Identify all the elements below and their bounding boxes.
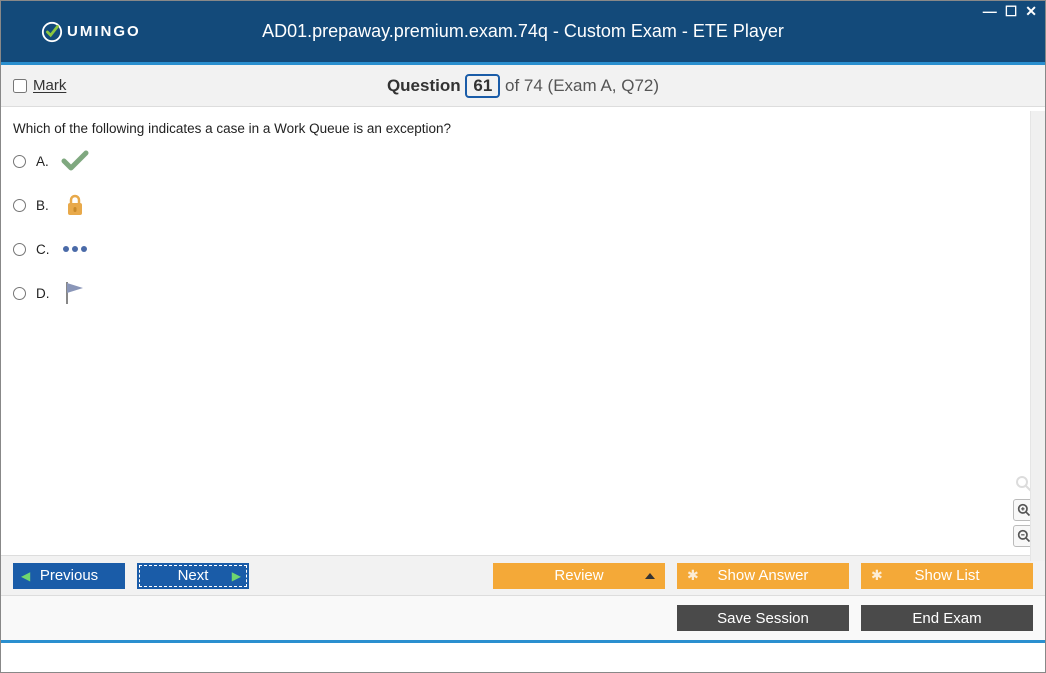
save-session-button[interactable]: Save Session	[677, 605, 849, 631]
option-b[interactable]: B.	[13, 192, 1033, 218]
dots-icon	[60, 236, 90, 262]
logo-checkmark-icon	[41, 21, 63, 43]
close-button[interactable]: ✕	[1023, 3, 1039, 20]
window-title: AD01.prepaway.premium.exam.74q - Custom …	[1, 21, 1045, 42]
maximize-button[interactable]: ☐	[1003, 3, 1020, 20]
option-c[interactable]: C.	[13, 236, 1033, 262]
chevron-left-icon: ◀	[21, 569, 30, 583]
option-a[interactable]: A.	[13, 148, 1033, 174]
window-controls: — ☐ ✕	[981, 3, 1039, 20]
option-a-letter: A.	[36, 154, 50, 169]
question-body: Which of the following indicates a case …	[1, 107, 1045, 555]
question-header: Mark Question 61 of 74 (Exam A, Q72)	[1, 65, 1045, 107]
option-d-radio[interactable]	[13, 287, 26, 300]
option-b-letter: B.	[36, 198, 50, 213]
action-bar-1: ◀ Previous Next ▶ Review ✱ Show Answer ✱…	[1, 555, 1045, 595]
question-number-box: 61	[465, 74, 500, 98]
show-answer-button[interactable]: ✱ Show Answer	[677, 563, 849, 589]
action-bar-2: Save Session End Exam	[1, 595, 1045, 640]
triangle-up-icon	[645, 573, 655, 579]
checkmark-icon	[60, 148, 90, 174]
flag-icon	[60, 280, 90, 306]
show-list-button[interactable]: ✱ Show List	[861, 563, 1033, 589]
review-button[interactable]: Review	[493, 563, 665, 589]
option-b-radio[interactable]	[13, 199, 26, 212]
lock-icon	[60, 192, 90, 218]
next-button[interactable]: Next ▶	[137, 563, 249, 589]
chevron-right-icon: ▶	[232, 569, 241, 583]
option-c-letter: C.	[36, 242, 50, 257]
question-text: Which of the following indicates a case …	[13, 121, 1033, 136]
logo-text: UMINGO	[67, 23, 141, 40]
star-icon: ✱	[687, 567, 699, 584]
question-position: Question 61 of 74 (Exam A, Q72)	[1, 74, 1045, 98]
options-list: A. B. C.	[13, 148, 1033, 306]
option-d[interactable]: D.	[13, 280, 1033, 306]
option-a-radio[interactable]	[13, 155, 26, 168]
option-c-radio[interactable]	[13, 243, 26, 256]
vertical-scrollbar[interactable]	[1030, 111, 1045, 561]
title-bar: UMINGO AD01.prepaway.premium.exam.74q - …	[1, 1, 1045, 65]
previous-button[interactable]: ◀ Previous	[13, 563, 125, 589]
list-icon: ✱	[871, 567, 883, 584]
bottom-accent-bar	[1, 640, 1045, 643]
end-exam-button[interactable]: End Exam	[861, 605, 1033, 631]
option-d-letter: D.	[36, 286, 50, 301]
logo: UMINGO	[41, 21, 141, 43]
minimize-button[interactable]: —	[981, 3, 999, 20]
